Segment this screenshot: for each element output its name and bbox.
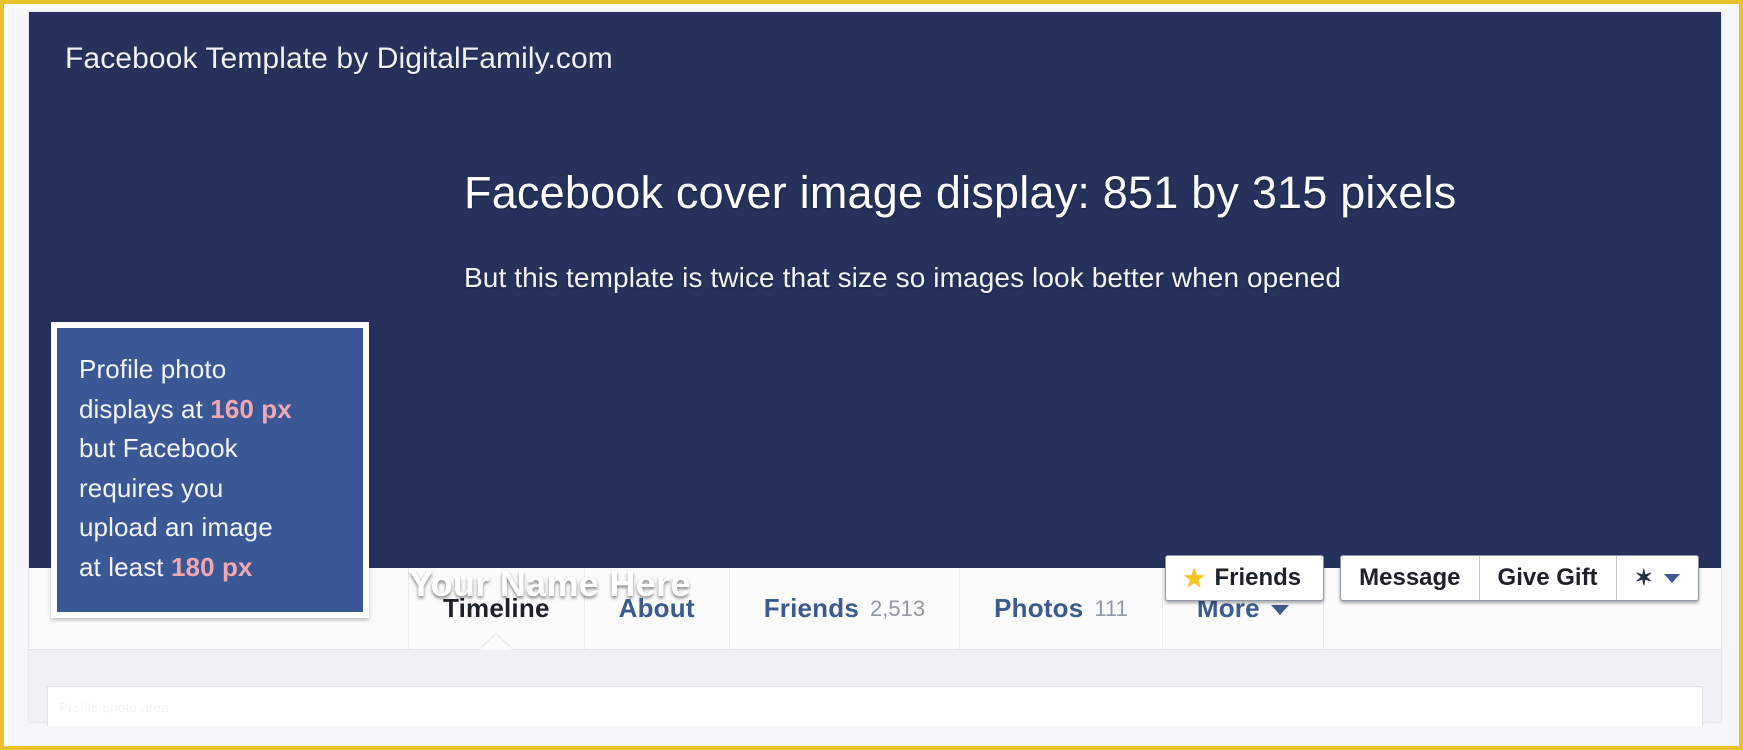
friends-button-label: Friends	[1214, 564, 1302, 591]
message-button-label: Message	[1359, 564, 1461, 591]
note-line-1: Profile photo	[79, 354, 227, 384]
note-line-3: but Facebook	[79, 433, 238, 464]
note-line-2-prefix: displays at	[79, 393, 211, 424]
note-line-4: requires you	[79, 472, 224, 503]
note-line-6-value: 180 px	[170, 551, 253, 582]
facebook-profile-card: Facebook Template by DigitalFamily.com F…	[29, 12, 1721, 726]
profile-photo-note: Profile photo displays at 160 px but Fac…	[79, 350, 343, 587]
give-gift-button-label: Give Gift	[1497, 564, 1598, 591]
gear-icon: ✶	[1634, 565, 1653, 590]
profile-name: Your Name Here	[409, 563, 691, 604]
tab-count: 111	[1094, 595, 1128, 621]
profile-photo-faint-caption: Profile photo area	[59, 700, 169, 715]
content-card-placeholder	[47, 686, 1703, 726]
tab-count: 2,513	[870, 595, 926, 621]
settings-menu-button[interactable]: ✶	[1617, 556, 1698, 600]
page-frame: Facebook Template by DigitalFamily.com F…	[0, 0, 1743, 750]
cover-headline-text: Facebook cover image display: 851 by 315…	[464, 167, 1457, 218]
note-line-6-prefix: at least	[79, 551, 171, 582]
tab-friends[interactable]: Friends 2,513	[730, 568, 961, 649]
content-area	[29, 650, 1721, 726]
caret-down-icon	[1664, 573, 1680, 583]
note-line-2-value: 160 px	[210, 393, 292, 424]
cover-subline-text: But this template is twice that size so …	[464, 262, 1342, 293]
friends-button[interactable]: ★ Friends	[1164, 555, 1325, 601]
tab-label: Photos	[994, 593, 1084, 623]
tab-photos[interactable]: Photos 111	[960, 568, 1163, 649]
star-icon: ★	[1183, 564, 1205, 591]
give-gift-button[interactable]: Give Gift	[1480, 556, 1617, 600]
active-tab-indicator	[479, 634, 514, 650]
tab-label: Friends	[763, 593, 860, 623]
message-gift-button-group: Message Give Gift ✶	[1340, 555, 1699, 601]
profile-photo-callout[interactable]: Profile photo displays at 160 px but Fac…	[51, 322, 369, 618]
message-button[interactable]: Message	[1341, 556, 1480, 600]
chevron-down-icon	[1270, 605, 1289, 615]
profile-action-bar: ★ Friends Message Give Gift ✶	[1164, 555, 1699, 601]
note-line-5: upload an image	[79, 512, 273, 543]
profile-photo-placeholder: Profile photo displays at 160 px but Fac…	[57, 328, 363, 612]
template-credit-text: Facebook Template by DigitalFamily.com	[65, 42, 613, 75]
